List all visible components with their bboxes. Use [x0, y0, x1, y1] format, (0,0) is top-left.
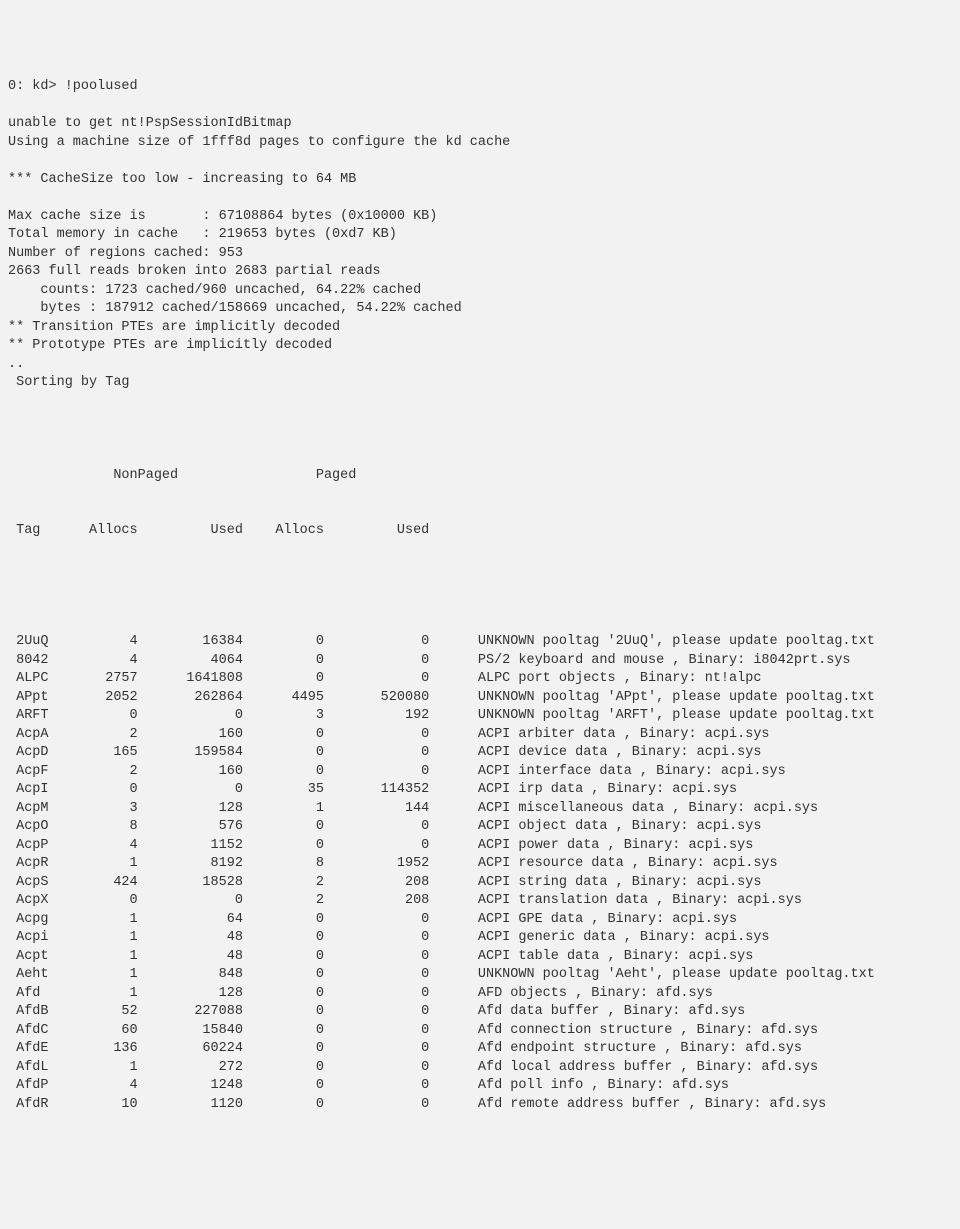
table-row: Aeht 1 848 0 0 UNKNOWN pooltag 'Aeht', p…	[8, 966, 952, 985]
output-line: Number of regions cached: 953	[8, 245, 952, 264]
table-row: AfdB 52 227088 0 0 Afd data buffer , Bin…	[8, 1003, 952, 1022]
output-line: Total memory in cache : 219653 bytes (0x…	[8, 226, 952, 245]
table-blank-row	[8, 578, 952, 597]
output-line: ** Prototype PTEs are implicitly decoded	[8, 337, 952, 356]
preamble-output: unable to get nt!PspSessionIdBitmapUsing…	[8, 115, 952, 411]
table-row: 2UuQ 4 16384 0 0 UNKNOWN pooltag '2UuQ',…	[8, 633, 952, 652]
table-row: Acpi 1 48 0 0 ACPI generic data , Binary…	[8, 929, 952, 948]
table-row: AfdE 136 60224 0 0 Afd endpoint structur…	[8, 1040, 952, 1059]
table-row: AcpS 424 18528 2 208 ACPI string data , …	[8, 874, 952, 893]
poolused-table: NonPaged Paged Tag Allocs Used Allocs Us…	[8, 430, 952, 1133]
output-line: ** Transition PTEs are implicitly decode…	[8, 319, 952, 338]
output-line: ..	[8, 356, 952, 375]
table-row: Acpg 1 64 0 0 ACPI GPE data , Binary: ac…	[8, 911, 952, 930]
output-line: unable to get nt!PspSessionIdBitmap	[8, 115, 952, 134]
output-line: 2663 full reads broken into 2683 partial…	[8, 263, 952, 282]
table-row: AcpX 0 0 2 208 ACPI translation data , B…	[8, 892, 952, 911]
table-row: ARFT 0 0 3 192 UNKNOWN pooltag 'ARFT', p…	[8, 707, 952, 726]
table-row: AcpO 8 576 0 0 ACPI object data , Binary…	[8, 818, 952, 837]
table-row: Afd 1 128 0 0 AFD objects , Binary: afd.…	[8, 985, 952, 1004]
table-row: 8042 4 4064 0 0 PS/2 keyboard and mouse …	[8, 652, 952, 671]
table-header-groups: NonPaged Paged	[8, 467, 952, 486]
output-line	[8, 152, 952, 171]
table-row: ALPC 2757 1641808 0 0 ALPC port objects …	[8, 670, 952, 689]
table-row: APpt 2052 262864 4495 520080 UNKNOWN poo…	[8, 689, 952, 708]
table-row: AcpI 0 0 35 114352 ACPI irp data , Binar…	[8, 781, 952, 800]
table-row: AfdC 60 15840 0 0 Afd connection structu…	[8, 1022, 952, 1041]
table-header-columns: Tag Allocs Used Allocs Used	[8, 522, 952, 541]
output-line	[8, 393, 952, 412]
debugger-prompt[interactable]: 0: kd> !poolused	[8, 78, 952, 97]
output-line: counts: 1723 cached/960 uncached, 64.22%…	[8, 282, 952, 301]
table-row: Acpt 1 48 0 0 ACPI table data , Binary: …	[8, 948, 952, 967]
output-line: Max cache size is : 67108864 bytes (0x10…	[8, 208, 952, 227]
table-row: AcpF 2 160 0 0 ACPI interface data , Bin…	[8, 763, 952, 782]
output-line: bytes : 187912 cached/158669 uncached, 5…	[8, 300, 952, 319]
output-line: *** CacheSize too low - increasing to 64…	[8, 171, 952, 190]
table-row: AfdL 1 272 0 0 Afd local address buffer …	[8, 1059, 952, 1078]
table-row: AfdP 4 1248 0 0 Afd poll info , Binary: …	[8, 1077, 952, 1096]
output-line: Using a machine size of 1fff8d pages to …	[8, 134, 952, 153]
table-row: AcpD 165 159584 0 0 ACPI device data , B…	[8, 744, 952, 763]
table-row: AcpP 4 1152 0 0 ACPI power data , Binary…	[8, 837, 952, 856]
table-row: AfdR 10 1120 0 0 Afd remote address buff…	[8, 1096, 952, 1115]
table-row: AcpR 1 8192 8 1952 ACPI resource data , …	[8, 855, 952, 874]
table-body: 2UuQ 4 16384 0 0 UNKNOWN pooltag '2UuQ',…	[8, 633, 952, 1114]
table-row: AcpM 3 128 1 144 ACPI miscellaneous data…	[8, 800, 952, 819]
output-line	[8, 189, 952, 208]
table-row: AcpA 2 160 0 0 ACPI arbiter data , Binar…	[8, 726, 952, 745]
output-line: Sorting by Tag	[8, 374, 952, 393]
